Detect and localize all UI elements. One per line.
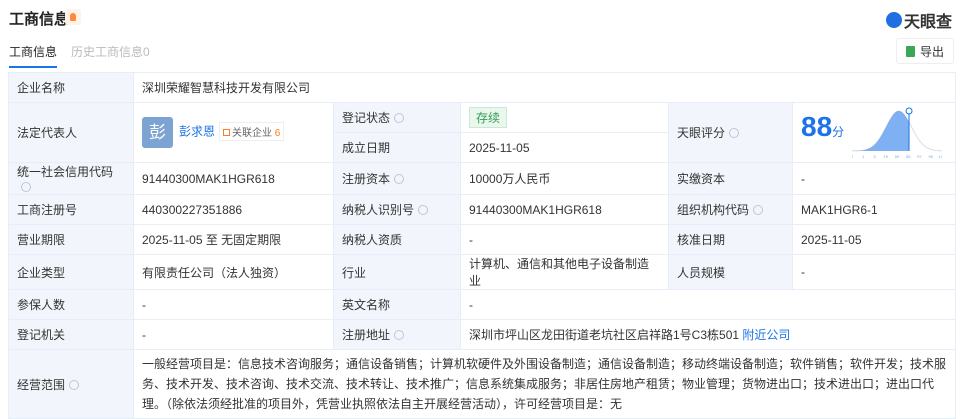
company-name-label: 企业名称 <box>8 72 134 103</box>
term-label: 营业期限 <box>8 224 134 255</box>
x-tick-label: 100 <box>938 154 941 159</box>
type: 有限责任公司（法人独资） <box>133 254 334 290</box>
help-icon[interactable] <box>394 330 405 340</box>
tab-history[interactable]: 历史工商信息0 <box>71 43 150 68</box>
export-button[interactable]: 导出 <box>896 38 954 64</box>
industry: 计算机、通信和其他电子设备制造业 <box>460 254 669 290</box>
credit-code-label: 统一社会信用代码 <box>8 162 134 195</box>
reg-no: 440300227351886 <box>133 194 334 225</box>
brand-name: 天眼查 <box>903 14 952 31</box>
help-icon[interactable] <box>753 205 764 215</box>
found-date: 2025-11-05 <box>460 132 669 163</box>
x-tick-label: 3 <box>873 154 876 159</box>
org-code: MAK1HGR6-1 <box>791 194 957 225</box>
address-label: 注册地址 <box>333 319 461 350</box>
type-label: 企业类型 <box>8 254 134 290</box>
related-count: 6 <box>274 127 281 139</box>
scope-label: 经营范围 <box>8 349 134 419</box>
org-code-label: 组织机构代码 <box>668 194 793 225</box>
legal-rep-cell: 彭彭求恩 关联企业 6 <box>133 102 334 163</box>
authority: - <box>133 319 334 350</box>
help-icon[interactable] <box>21 182 31 192</box>
en-name: - <box>459 289 957 320</box>
status-badge: 存续 <box>469 107 508 128</box>
x-tick-label: 50 <box>894 154 899 159</box>
legal-rep-link[interactable]: 彭求恩 <box>179 125 215 139</box>
related-icon <box>223 128 231 136</box>
related-companies-badge[interactable]: 关联企业 6 <box>219 121 285 141</box>
address-cell: 深圳市坪山区龙田街道老坑社区启祥路1号C3栋501 附近公司 <box>459 319 957 350</box>
nearby-companies-link[interactable]: 附近公司 <box>742 328 790 342</box>
bell-icon[interactable] <box>65 9 81 25</box>
score-distribution-chart: 0 1 3 15 50 85 97 99 100 <box>850 107 946 159</box>
paid-capital-label: 实缴资本 <box>668 162 793 195</box>
business-info-table: 企业名称 深圳荣耀智慧科技开发有限公司 法定代表人 彭彭求恩 关联企业 6 登记状态… <box>8 72 957 419</box>
score-marker-dot <box>905 107 913 114</box>
insured-label: 参保人数 <box>8 289 134 320</box>
score-cell[interactable]: 88分 0 1 3 15 50 85 97 99 100 <box>791 102 957 163</box>
reg-status-cell: 存续 <box>460 102 669 133</box>
paid-capital: - <box>791 162 957 195</box>
x-tick-label: 1 <box>862 154 865 159</box>
taxpayer-qual-label: 纳税人资质 <box>333 224 461 255</box>
staff: - <box>791 254 957 290</box>
reg-status-label: 登记状态 <box>333 102 461 133</box>
insured: - <box>133 289 334 320</box>
reg-capital: 10000万人民币 <box>460 162 669 195</box>
related-label: 关联企业 <box>232 127 273 139</box>
x-tick-label: 85 <box>906 154 911 159</box>
x-tick-label: 15 <box>883 154 888 159</box>
approve-date-label: 核准日期 <box>668 224 793 255</box>
credit-code: 91440300MAK1HGR618 <box>133 162 334 195</box>
scope: 一般经营项目是：信息技术咨询服务；通信设备销售；计算机软硬件及外围设备制造；通信… <box>132 349 957 419</box>
brand-logo: 天眼查 <box>885 8 952 32</box>
term: 2025-11-05 至 无固定期限 <box>133 224 334 255</box>
x-tick-label: 0 <box>852 154 854 159</box>
found-date-label: 成立日期 <box>333 132 461 163</box>
excel-icon <box>905 45 915 57</box>
reg-capital-label: 注册资本 <box>333 162 461 195</box>
help-icon[interactable] <box>394 113 405 123</box>
x-tick-label: 99 <box>928 154 933 159</box>
taxpayer-id-label: 纳税人识别号 <box>333 194 461 225</box>
help-icon[interactable] <box>69 379 80 390</box>
authority-label: 登记机关 <box>8 319 134 350</box>
help-icon[interactable] <box>418 205 429 215</box>
export-label: 导出 <box>919 44 944 59</box>
address: 深圳市坪山区龙田街道老坑社区启祥路1号C3栋501 <box>469 328 740 342</box>
score-label: 天眼评分 <box>668 102 793 163</box>
score-area <box>851 110 909 151</box>
tab-business-info[interactable]: 工商信息 <box>9 43 58 68</box>
page-title: 工商信息 <box>9 11 70 28</box>
staff-label: 人员规模 <box>668 254 793 290</box>
taxpayer-qual: - <box>460 224 669 255</box>
en-name-label: 英文名称 <box>333 289 461 320</box>
x-tick-label: 97 <box>917 154 922 159</box>
reg-no-label: 工商注册号 <box>8 194 134 225</box>
help-icon[interactable] <box>729 128 740 138</box>
industry-label: 行业 <box>333 254 461 290</box>
legal-rep-label: 法定代表人 <box>8 102 134 163</box>
help-icon[interactable] <box>394 174 405 184</box>
taxpayer-id: 91440300MAK1HGR618 <box>460 194 669 225</box>
logo-icon <box>885 12 902 28</box>
score-value: 88分 <box>801 110 845 142</box>
approve-date: 2025-11-05 <box>791 224 957 255</box>
avatar: 彭 <box>142 117 173 148</box>
company-name: 深圳荣耀智慧科技开发有限公司 <box>132 72 957 103</box>
